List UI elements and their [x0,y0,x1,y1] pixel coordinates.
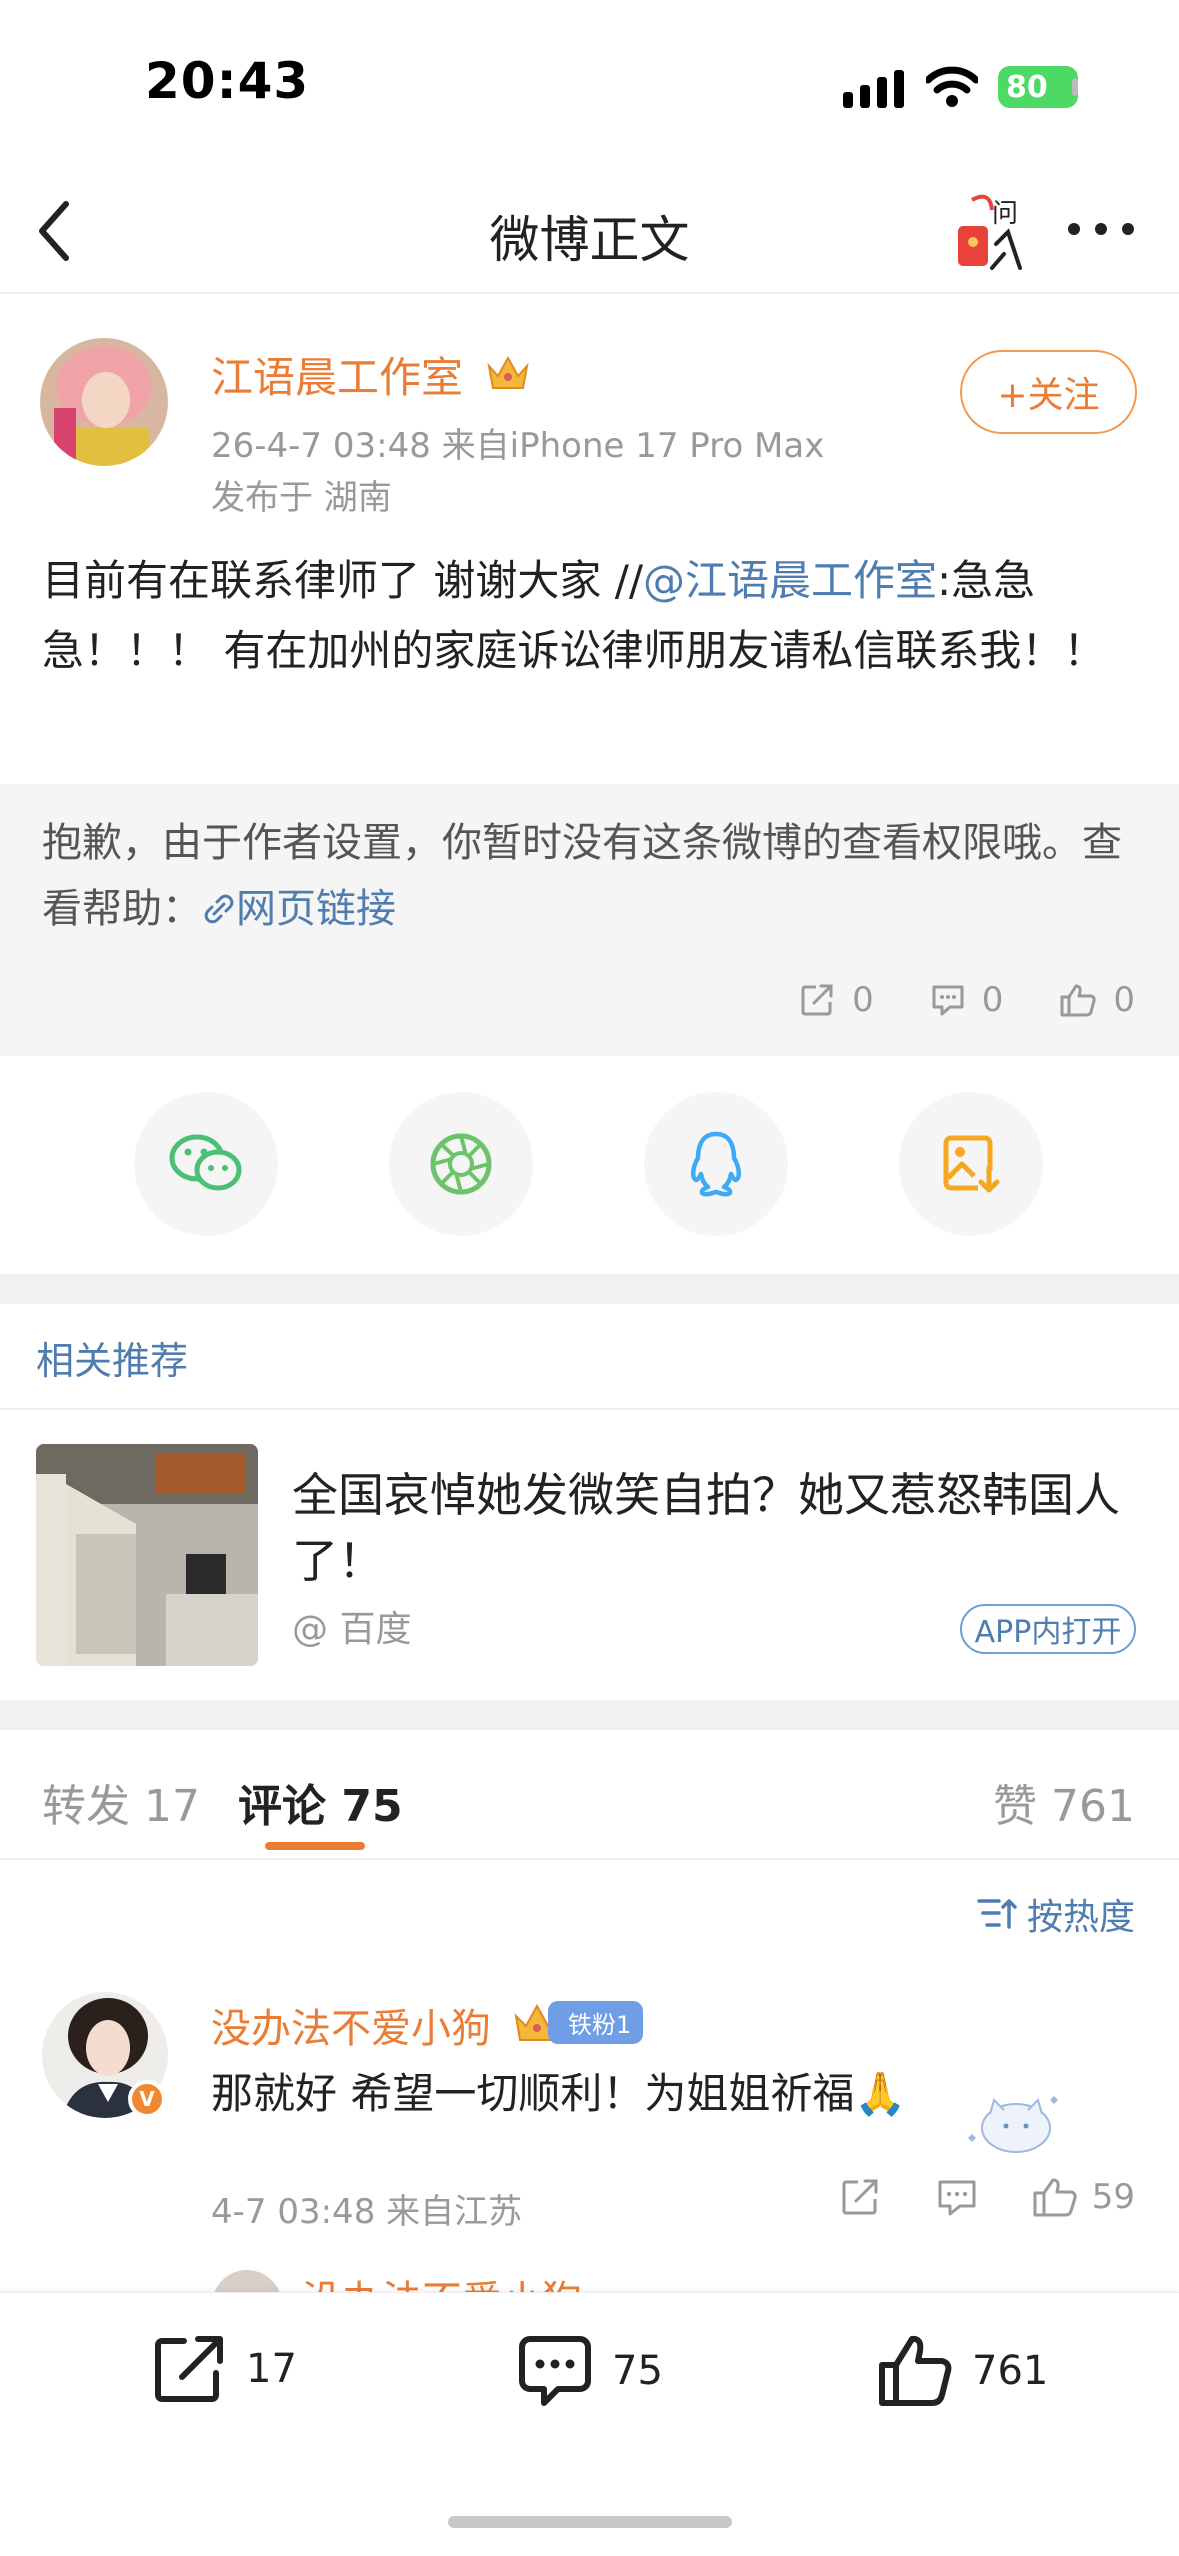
author-avatar[interactable] [40,338,168,466]
tab-likes-count: 761 [1051,1781,1135,1832]
tab-likes[interactable]: 赞 761 [993,1770,1135,1834]
active-tab-indicator [265,1842,365,1850]
follow-button[interactable]: +关注 [960,350,1137,434]
comment-like-count: 59 [1091,2177,1135,2217]
like-button[interactable]: 761 [876,2333,1048,2409]
mention-link[interactable]: @江语晨工作室 [643,556,937,605]
tab-likes-label: 赞 [993,1781,1038,1832]
comment-share-button[interactable] [840,2177,882,2217]
thumbs-up-icon [879,2335,952,2406]
wechat-icon [169,1134,242,1191]
repost-icon [155,2336,223,2402]
divider [0,1408,1179,1410]
battery-level: 80 [1006,69,1048,105]
verified-badge-icon: V [128,2080,166,2118]
web-link-label: 网页链接 [236,886,396,932]
comment-icon [932,985,964,1016]
save-image-button[interactable] [899,1092,1043,1236]
repost-count: 17 [246,2346,297,2392]
post-text-part1: 目前有在联系律师了 谢谢大家 // [42,556,644,605]
retweet-stats: 0 0 0 [800,980,1135,1020]
retweet-like-count: 0 [1113,980,1135,1020]
more-icon[interactable] [1066,214,1136,244]
section-separator [0,1274,1179,1304]
crown-icon [487,355,529,389]
battery-indicator: 80 [998,66,1078,108]
comment-actions: 59 [840,2176,1135,2218]
moments-icon [430,1133,492,1195]
post-text: 目前有在联系律师了 谢谢大家 //@江语晨工作室:急急急！！！ 有在加州的家庭诉… [42,546,1142,686]
fan-badge-label: 铁粉1 [548,2000,644,2044]
comment-meta: 4-7 03:48 来自江苏 [211,2192,523,2232]
repost-button[interactable]: 17 [152,2333,297,2405]
sort-button[interactable]: 按热度 [977,1888,1135,1940]
thumbs-up-icon [1060,984,1097,1017]
share-qq-button[interactable] [644,1092,788,1236]
section-separator [0,1700,1179,1730]
post-location: 发布于 湖南 [211,478,392,518]
sort-icon [977,1899,1017,1929]
commenter-name[interactable]: 没办法不爱小狗 [211,1996,491,2054]
web-link[interactable]: 网页链接 [202,886,396,932]
retweet-comment-button[interactable]: 0 [930,980,1004,1020]
ask-label: 问 [992,199,1018,229]
comment-text: 那就好 希望一切顺利！为姐姐祈福🙏 [211,2069,907,2118]
red-envelope-icon: 问 [958,194,1022,270]
share-moments-button[interactable] [389,1092,533,1236]
comment-button[interactable]: 75 [516,2333,663,2409]
related-section-title: 相关推荐 [36,1339,189,1383]
home-indicator [448,2516,732,2528]
share-row [0,1092,1179,1238]
tab-reposts-count: 17 [144,1781,200,1832]
status-time: 20:43 [145,52,310,110]
open-in-app-button[interactable]: APP内打开 [960,1604,1136,1654]
related-thumbnail[interactable] [36,1444,258,1666]
qq-icon [691,1131,741,1197]
fan-badge: 铁粉1 [512,2000,644,2044]
tab-comments-label: 评论 [238,1781,326,1832]
post-meta: 26-4-7 03:48 来自iPhone 17 Pro Max [211,426,825,466]
retweet-text: 抱歉，由于作者设置，你暂时没有这条微博的查看权限哦。查看帮助： 网页链接 [42,810,1142,942]
comment-count: 75 [612,2348,663,2394]
retweet-comment-count: 0 [981,980,1004,1020]
retweet-like-button[interactable]: 0 [1059,980,1135,1020]
share-icon [842,2179,878,2215]
commenter-name[interactable]: 没办法不爱小狗 [302,2268,582,2294]
tab-reposts-label: 转发 [42,1781,130,1832]
reply-icon [938,2180,976,2216]
tab-comments-count: 75 [341,1781,403,1832]
commenter-avatar[interactable] [212,2270,282,2294]
save-image-icon [943,1135,1000,1194]
repost-icon [801,984,833,1016]
cellular-signal-icon [843,70,904,108]
next-comment-peek: 没办法不爱小狗 [0,2266,1179,2294]
thumbs-up-icon [1033,2178,1077,2217]
comment-icon [519,2336,591,2406]
comment-reply-button[interactable] [936,2177,978,2217]
author-name[interactable]: 江语晨工作室 [211,344,463,405]
ask-person-button[interactable]: 问 [952,192,1024,272]
tab-reposts[interactable]: 转发 17 [42,1770,200,1834]
wifi-icon [926,66,978,107]
retweet-repost-count: 0 [852,980,874,1020]
retweet-repost-button[interactable]: 0 [800,980,874,1020]
like-count: 761 [972,2348,1049,2394]
related-source: @ 百度 [292,1609,412,1650]
related-headline[interactable]: 全国哀悼她发微笑自拍？她又惹怒韩国人了！ [292,1462,1142,1594]
status-bar: 20:43 80 [0,0,1179,170]
nav-bar: 微博正文 问 [0,170,1179,294]
comment-like-button[interactable]: 59 [1032,2176,1135,2218]
battery-cap [1072,78,1078,96]
retweet-box[interactable]: 抱歉，由于作者设置，你暂时没有这条微博的查看权限哦。查看帮助： 网页链接 0 0 … [0,784,1179,1056]
cat-sticker-icon [968,2096,1058,2153]
sort-label: 按热度 [1026,1897,1135,1938]
divider [0,1858,1179,1860]
link-icon [204,894,234,924]
share-wechat-button[interactable] [134,1092,278,1236]
tab-comments[interactable]: 评论 75 [238,1770,403,1834]
